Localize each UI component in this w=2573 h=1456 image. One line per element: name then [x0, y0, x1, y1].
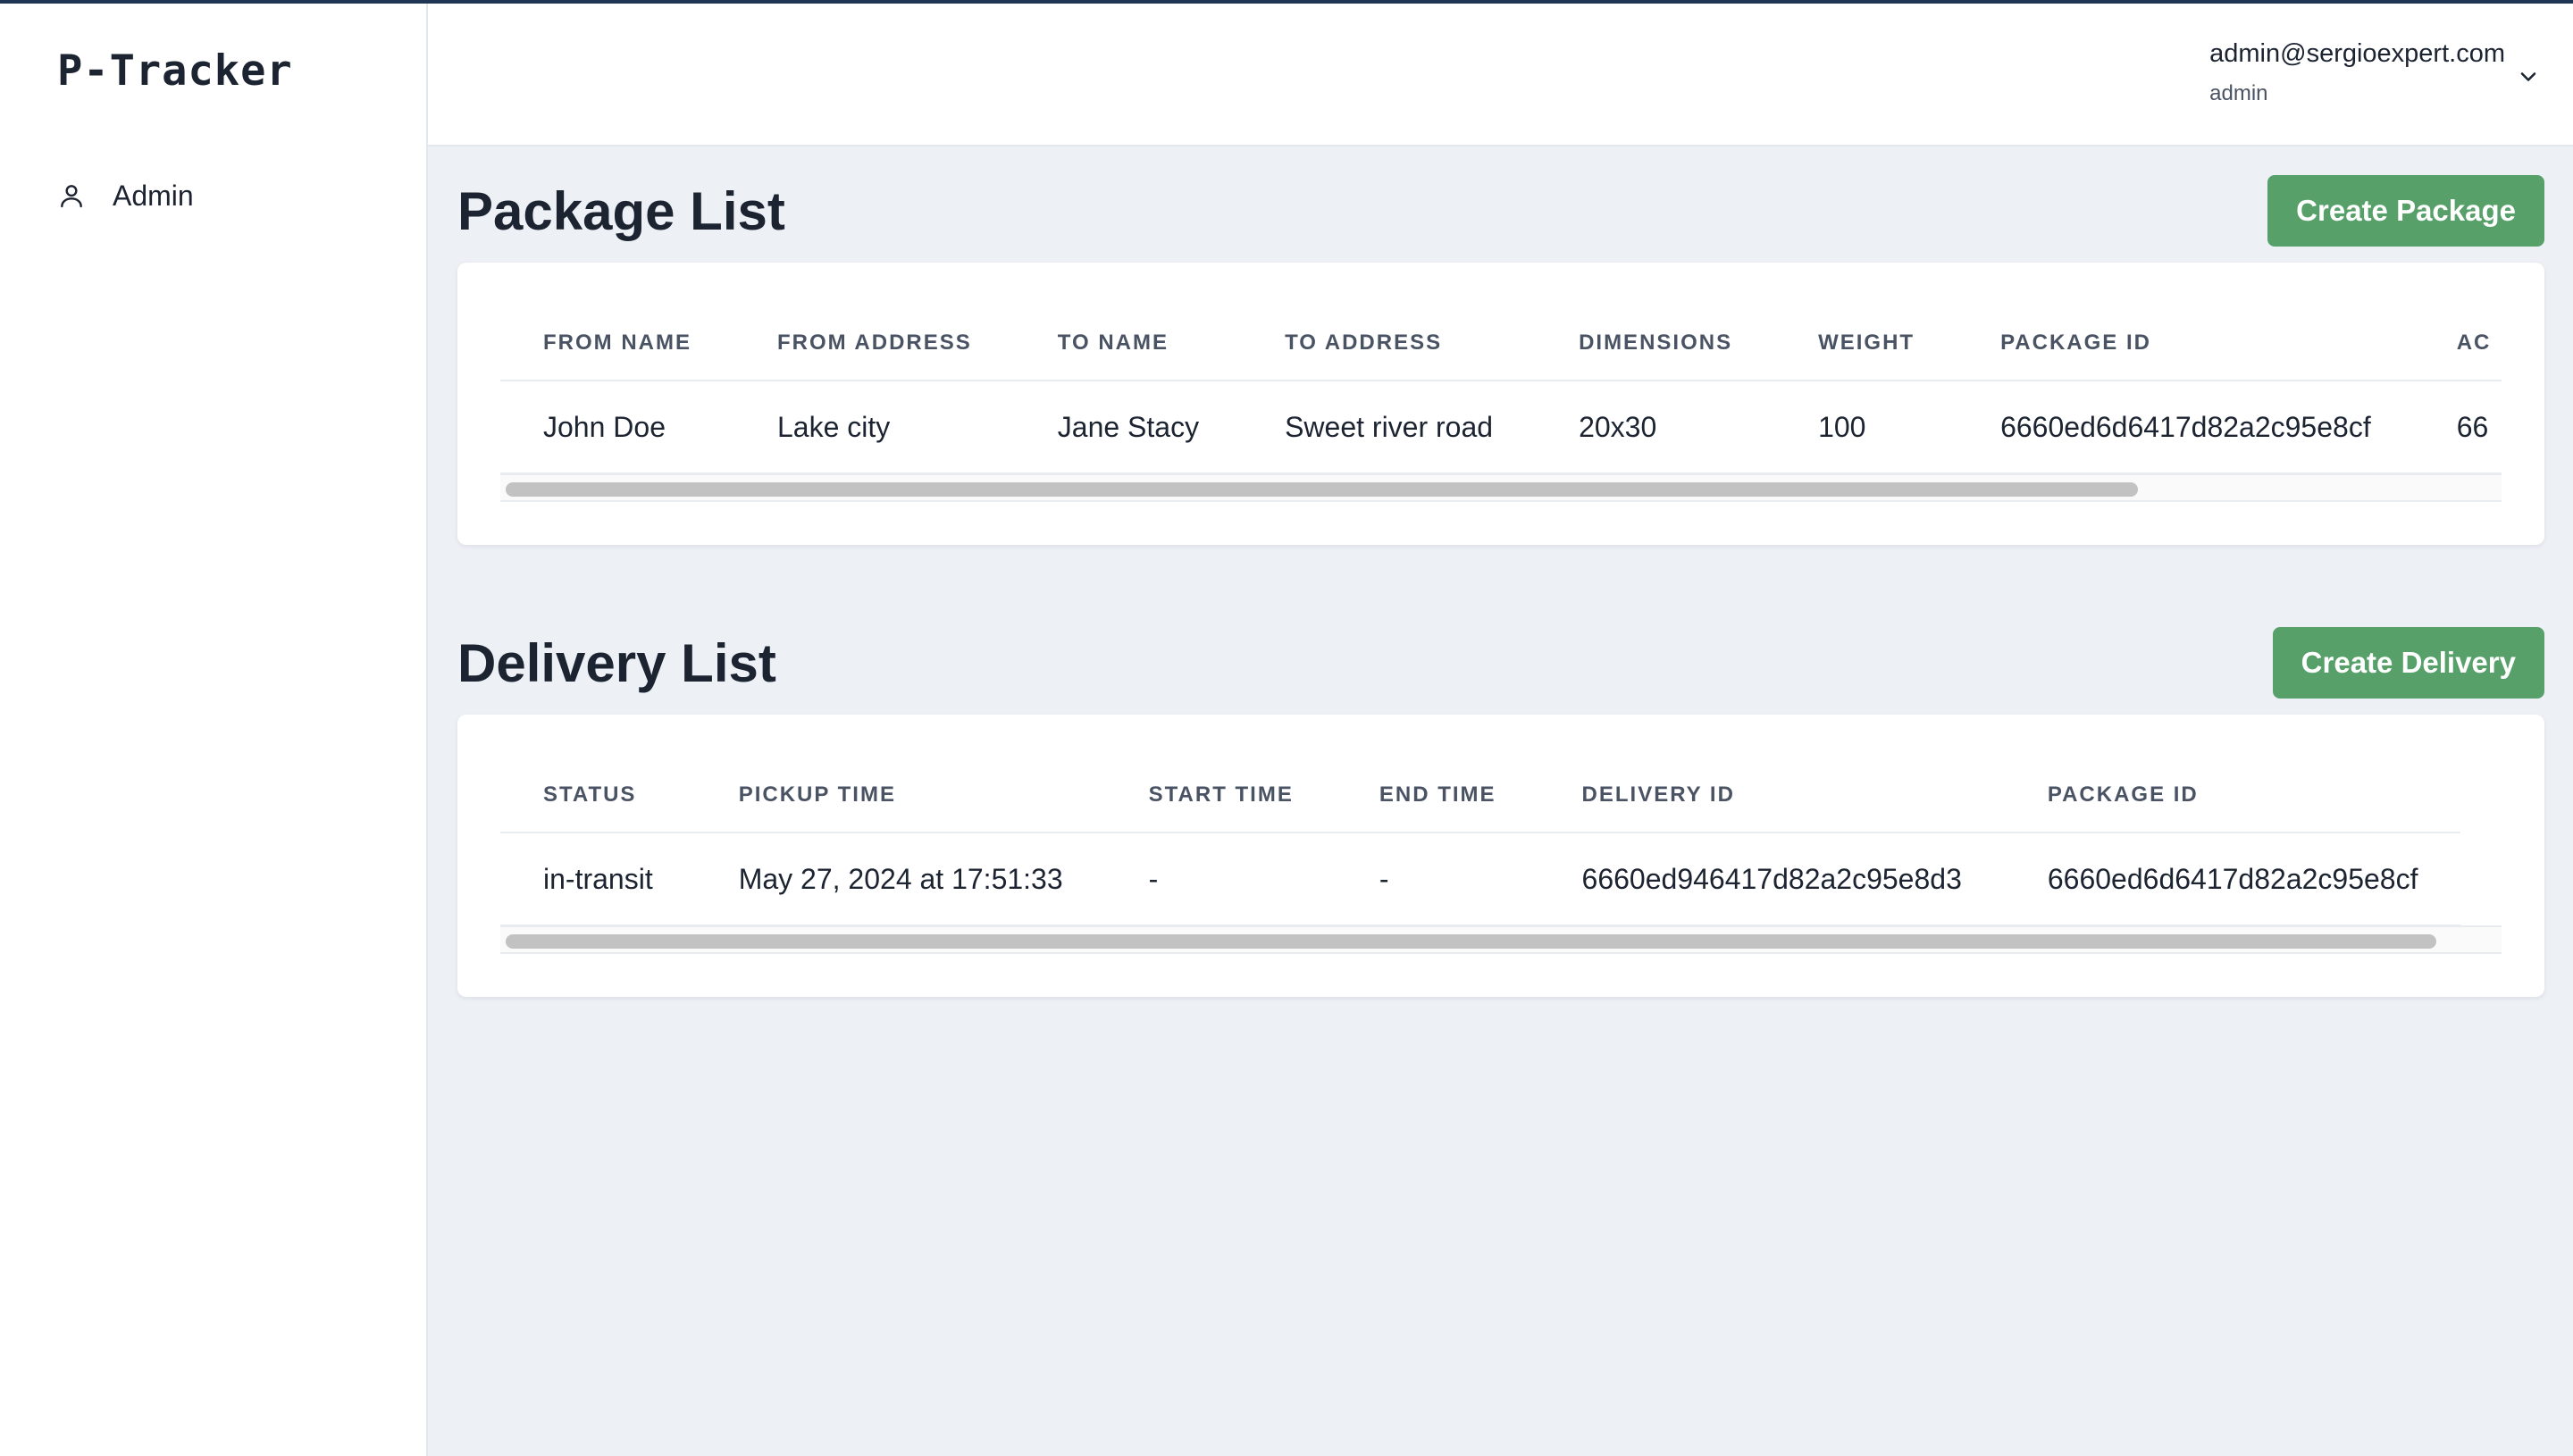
- delivery-table: STATUS PICKUP TIME START TIME END TIME D…: [500, 757, 2461, 926]
- column-header[interactable]: DELIVERY ID: [1538, 757, 2005, 833]
- column-header[interactable]: AC: [2413, 305, 2502, 381]
- delivery-table-card: STATUS PICKUP TIME START TIME END TIME D…: [457, 715, 2544, 997]
- column-header[interactable]: STATUS: [500, 757, 696, 833]
- table-cell: Jane Stacy: [1014, 381, 1243, 474]
- column-header[interactable]: PICKUP TIME: [695, 757, 1106, 833]
- top-header: admin@sergioexpert.com admin: [428, 4, 2573, 146]
- column-header[interactable]: START TIME: [1105, 757, 1337, 833]
- sidebar-item-admin[interactable]: Admin: [36, 166, 393, 225]
- delivery-table-scroll[interactable]: STATUS PICKUP TIME START TIME END TIME D…: [500, 757, 2502, 926]
- table-row[interactable]: in-transit May 27, 2024 at 17:51:33 - - …: [500, 833, 2461, 926]
- app-logo: P-Tracker: [57, 46, 293, 96]
- sidebar: P-Tracker Admin: [0, 0, 428, 1456]
- delivery-horizontal-scrollbar[interactable]: [500, 925, 2502, 954]
- table-cell: 6660ed6d6417d82a2c95e8cf: [2004, 833, 2461, 926]
- package-table-header-row: FROM NAME FROM ADDRESS TO NAME TO ADDRES…: [500, 305, 2502, 381]
- top-accent-line: [0, 0, 2573, 4]
- column-header[interactable]: FROM NAME: [500, 305, 734, 381]
- package-table-scroll[interactable]: FROM NAME FROM ADDRESS TO NAME TO ADDRES…: [500, 305, 2502, 474]
- column-header[interactable]: PACKAGE ID: [2004, 757, 2461, 833]
- table-cell: 6660ed946417d82a2c95e8d3: [1538, 833, 2005, 926]
- user-role: admin: [2209, 81, 2268, 105]
- main-content: Package List Create Package FROM NAME FR…: [457, 146, 2544, 997]
- table-cell: Lake city: [733, 381, 1015, 474]
- delivery-section-header: Delivery List Create Delivery: [457, 598, 2544, 715]
- table-cell: 6660ed6d6417d82a2c95e8cf: [1957, 381, 2414, 474]
- column-header[interactable]: TO ADDRESS: [1242, 305, 1537, 381]
- table-cell: 100: [1775, 381, 1958, 474]
- user-email: admin@sergioexpert.com: [2209, 39, 2505, 68]
- column-header[interactable]: WEIGHT: [1775, 305, 1958, 381]
- scrollbar-thumb[interactable]: [506, 482, 2138, 497]
- table-row[interactable]: John Doe Lake city Jane Stacy Sweet rive…: [500, 381, 2502, 474]
- scrollbar-thumb[interactable]: [506, 934, 2436, 949]
- create-delivery-button[interactable]: Create Delivery: [2272, 627, 2544, 699]
- table-cell: -: [1336, 833, 1539, 926]
- table-cell: John Doe: [500, 381, 734, 474]
- table-cell: Sweet river road: [1242, 381, 1537, 474]
- package-table: FROM NAME FROM ADDRESS TO NAME TO ADDRES…: [500, 305, 2502, 474]
- column-header[interactable]: PACKAGE ID: [1957, 305, 2414, 381]
- table-cell: -: [1105, 833, 1337, 926]
- column-header[interactable]: TO NAME: [1014, 305, 1243, 381]
- package-section-header: Package List Create Package: [457, 146, 2544, 263]
- package-table-card: FROM NAME FROM ADDRESS TO NAME TO ADDRES…: [457, 263, 2544, 545]
- user-icon: [61, 185, 82, 208]
- package-horizontal-scrollbar[interactable]: [500, 473, 2502, 502]
- column-header[interactable]: DIMENSIONS: [1536, 305, 1776, 381]
- chevron-down-icon[interactable]: [2516, 64, 2541, 89]
- package-list-title: Package List: [457, 181, 785, 241]
- delivery-list-title: Delivery List: [457, 633, 776, 693]
- table-cell: 20x30: [1536, 381, 1776, 474]
- table-cell: May 27, 2024 at 17:51:33: [695, 833, 1106, 926]
- table-cell: in-transit: [500, 833, 696, 926]
- create-package-button[interactable]: Create Package: [2267, 175, 2544, 247]
- column-header[interactable]: END TIME: [1336, 757, 1539, 833]
- sidebar-item-label: Admin: [113, 179, 194, 212]
- user-menu[interactable]: admin@sergioexpert.com admin: [2209, 39, 2505, 106]
- delivery-table-header-row: STATUS PICKUP TIME START TIME END TIME D…: [500, 757, 2461, 833]
- column-header[interactable]: FROM ADDRESS: [733, 305, 1015, 381]
- table-cell: 66: [2413, 381, 2502, 474]
